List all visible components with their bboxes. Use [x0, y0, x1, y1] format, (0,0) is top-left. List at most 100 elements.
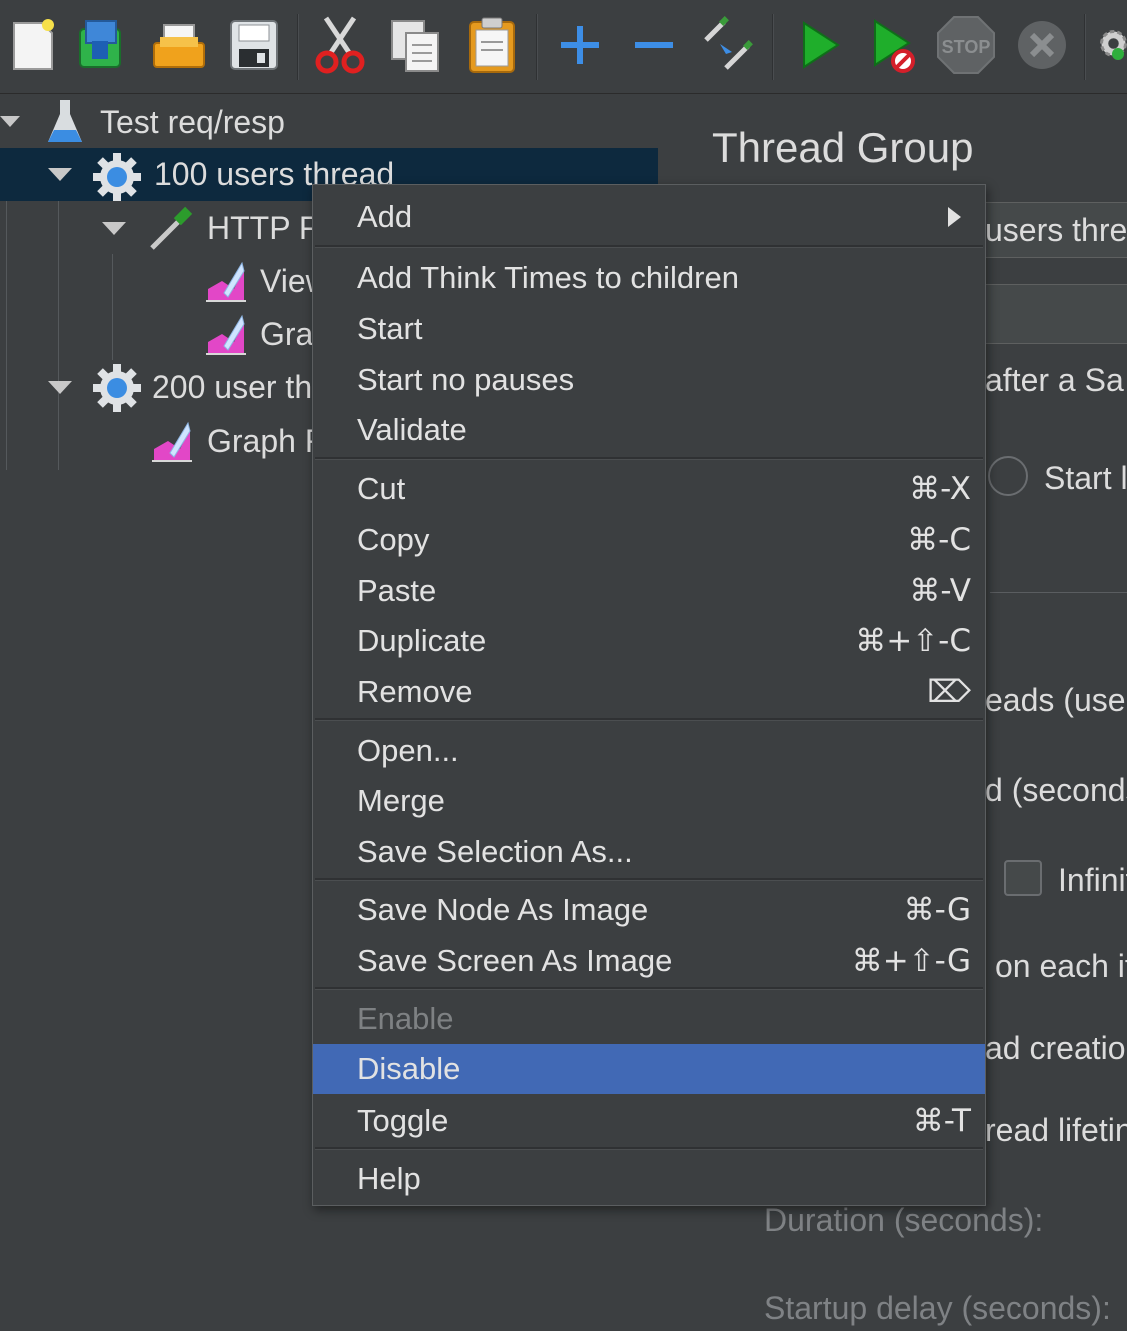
cut-icon[interactable]	[308, 12, 372, 78]
menu-item-shortcut: ⌘-X	[909, 471, 971, 507]
collapse-toggle-icon[interactable]	[102, 222, 126, 236]
menu-item-label: Cut	[357, 471, 406, 506]
menu-item-shortcut: ⌘+⇧-C	[855, 623, 971, 659]
menu-item-validate[interactable]: Validate	[313, 405, 985, 455]
tree-node-test-plan[interactable]: Test req/resp	[0, 96, 680, 149]
menu-item-remove[interactable]: Remove ⌦	[313, 667, 985, 717]
menu-item-label: Start	[357, 311, 423, 346]
menu-item-paste[interactable]: Paste ⌘-V	[313, 566, 985, 616]
save-icon[interactable]	[222, 12, 286, 78]
listener-graph-icon	[150, 419, 196, 465]
tree-node-label: HTTP F	[207, 210, 319, 246]
menu-item-shortcut: ⌘-G	[903, 892, 971, 928]
menu-item-label: Validate	[357, 412, 467, 447]
menu-item-copy[interactable]: Copy ⌘-C	[313, 515, 985, 565]
open-icon[interactable]	[146, 12, 210, 78]
menu-item-shortcut: ⌘+⇧-G	[851, 943, 971, 979]
collapse-toggle-icon[interactable]	[48, 381, 72, 395]
menu-item-help[interactable]: Help	[313, 1154, 985, 1204]
toggle-icon[interactable]	[696, 12, 760, 78]
menu-item-save-screen-as-image[interactable]: Save Screen As Image ⌘+⇧-G	[313, 936, 985, 986]
menu-item-shortcut: ⌘-V	[909, 573, 971, 609]
context-menu: Add Add Think Times to children Start St…	[312, 184, 986, 1206]
tree-node-label: Gra	[260, 316, 314, 352]
tree-node-label: Test req/resp	[100, 104, 285, 140]
menu-item-label: Add Think Times to children	[357, 260, 739, 295]
menu-separator	[315, 718, 983, 721]
submenu-arrow-icon	[948, 207, 961, 227]
infinite-label: Infinit	[1058, 862, 1127, 898]
menu-item-shortcut: ⌘-T	[912, 1103, 971, 1139]
panel-divider	[990, 592, 1127, 593]
menu-item-add[interactable]: Add	[313, 192, 985, 242]
copy-icon[interactable]	[384, 12, 448, 78]
rampup-label: d (seconds	[985, 772, 1127, 808]
toolbar-separator	[536, 14, 538, 80]
menu-item-cut[interactable]: Cut ⌘-X	[313, 464, 985, 514]
menu-separator	[315, 878, 983, 881]
menu-separator	[315, 1147, 983, 1150]
menu-item-label: Enable	[357, 1001, 454, 1036]
thread-group-gear-icon	[92, 152, 141, 201]
threads-label: eads (users	[985, 682, 1127, 718]
collapse-all-icon[interactable]	[622, 12, 686, 78]
thread-group-gear-icon	[92, 363, 141, 412]
menu-item-start[interactable]: Start	[313, 304, 985, 354]
menu-item-label: Open...	[357, 733, 459, 768]
sampler-pipette-icon	[146, 204, 193, 250]
menu-item-label: Disable	[357, 1051, 461, 1086]
menu-item-label: Copy	[357, 522, 430, 557]
menu-item-start-no-pauses[interactable]: Start no pauses	[313, 355, 985, 405]
menu-item-save-selection-as[interactable]: Save Selection As...	[313, 827, 985, 877]
stop-icon-label: STOP	[942, 37, 991, 57]
menu-separator	[315, 987, 983, 990]
listener-graph-icon	[204, 259, 250, 305]
listener-graph-icon	[204, 312, 250, 358]
menu-item-toggle[interactable]: Toggle ⌘-T	[313, 1096, 985, 1146]
shutdown-icon[interactable]	[1010, 12, 1074, 78]
comments-field[interactable]	[970, 284, 1127, 344]
toolbar-separator	[772, 14, 774, 80]
templates-icon[interactable]	[70, 12, 134, 78]
menu-item-label: Save Screen As Image	[357, 943, 673, 978]
thread-lifetime-label: read lifetin	[985, 1112, 1127, 1148]
menu-item-label: Remove	[357, 674, 473, 709]
start-next-loop-label: Start l	[1044, 460, 1127, 496]
menu-item-label: Save Node As Image	[357, 892, 649, 927]
menu-item-label: Help	[357, 1161, 421, 1196]
menu-item-disable[interactable]: Disable	[313, 1044, 985, 1094]
menu-item-label: Toggle	[357, 1103, 449, 1138]
sampler-error-action-label: after a Sa	[985, 362, 1124, 398]
menu-item-label: Paste	[357, 573, 437, 608]
toolbar-separator	[1084, 14, 1086, 80]
menu-item-open[interactable]: Open...	[313, 726, 985, 776]
same-user-label: on each it	[995, 948, 1127, 984]
menu-item-add-think-times[interactable]: Add Think Times to children	[313, 253, 985, 303]
panel-title: Thread Group	[712, 124, 974, 171]
collapse-toggle-icon[interactable]	[0, 116, 24, 130]
collapse-toggle-icon[interactable]	[48, 168, 72, 182]
clear-icon[interactable]	[1094, 12, 1127, 78]
menu-item-label: Save Selection As...	[357, 834, 633, 869]
toolbar: STOP	[0, 0, 1127, 94]
new-icon[interactable]	[0, 12, 64, 78]
menu-item-label: Duplicate	[357, 623, 487, 658]
stop-icon[interactable]: STOP	[934, 12, 998, 78]
paste-icon[interactable]	[460, 12, 524, 78]
menu-item-enable: Enable	[313, 994, 985, 1044]
menu-item-merge[interactable]: Merge	[313, 776, 985, 826]
tree-node-label: Graph R	[207, 423, 328, 459]
expand-all-icon[interactable]	[548, 12, 612, 78]
name-field-value: users threa	[985, 212, 1127, 248]
start-next-loop-radio[interactable]	[988, 456, 1028, 496]
start-no-pauses-icon[interactable]	[860, 12, 924, 78]
test-plan-flask-icon	[42, 98, 88, 144]
menu-item-label: Merge	[357, 783, 445, 818]
menu-separator	[315, 245, 983, 248]
infinite-checkbox[interactable]	[1004, 860, 1042, 896]
menu-item-duplicate[interactable]: Duplicate ⌘+⇧-C	[313, 616, 985, 666]
menu-item-label: Start no pauses	[357, 362, 575, 397]
menu-item-save-node-as-image[interactable]: Save Node As Image ⌘-G	[313, 885, 985, 935]
menu-separator	[315, 457, 983, 460]
start-icon[interactable]	[786, 12, 850, 78]
